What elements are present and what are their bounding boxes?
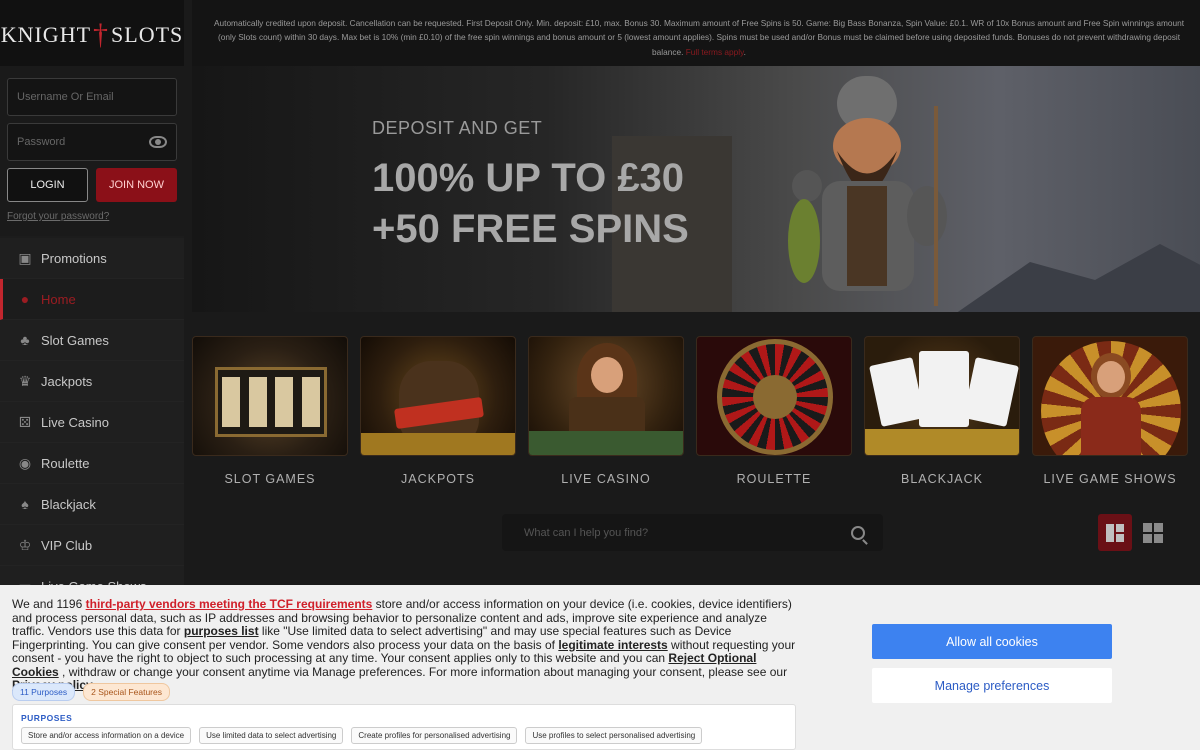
purpose-chip: Create profiles for personalised adverti… [351,727,518,744]
category-tiles: SLOT GAMES JACKPOTS LIVE CASINO ROULETTE… [192,336,1200,486]
sidebar-item-slot-games[interactable]: ♣ Slot Games [0,320,184,361]
sidebar-item-label: Slot Games [41,332,109,348]
sidebar-item-label: Promotions [41,250,107,266]
category-jackpots[interactable]: JACKPOTS [360,336,516,486]
sidebar-item-blackjack[interactable]: ♠ Blackjack [0,484,184,525]
promo-text: DEPOSIT AND GET 100% UP TO £30 +50 FREE … [372,118,689,255]
sidebar-item-label: Live Casino [41,414,109,430]
manage-preferences-button[interactable]: Manage preferences [872,668,1112,703]
sidebar-nav: ▣ Promotions ● Home ♣ Slot Games ♛ Jackpots … [0,238,184,607]
terms-end: . [743,46,746,57]
mountain-image [952,244,1200,312]
purposes-count-tag[interactable]: 11 Purposes [12,683,76,701]
search-placeholder: What can I help you find? [524,526,649,539]
promo-headline-line2: +50 FREE SPINS [372,207,689,251]
sword-icon: † [93,18,110,51]
cookie-text-part: We and 1196 [12,597,86,611]
promo-headline: 100% UP TO £30 +50 FREE SPINS [372,153,689,255]
cherries-icon: ♣ [20,332,30,348]
cookie-text-part: , withdraw or change your consent anytim… [58,664,788,679]
purpose-chip: Use profiles to select personalised adve… [525,727,703,744]
logo-text-left: KNIGHT [0,22,92,47]
category-label: LIVE GAME SHOWS [1043,472,1177,486]
game-show-host-image [1032,336,1188,456]
cookie-consent-banner: We and 1196 third-party vendors meeting … [0,585,1200,750]
crown-icon: ♔ [18,537,32,553]
eye-icon[interactable] [149,136,167,148]
view-toggle [1098,514,1170,551]
roulette-wheel-image [696,336,852,456]
large-grid-view-button[interactable] [1098,514,1132,551]
slot-machine-image [192,336,348,456]
purpose-list: Store and/or access information on a dev… [21,727,787,744]
full-terms-link[interactable]: Full terms apply [686,47,744,57]
forgot-password-link[interactable]: Forgot your password? [7,211,177,222]
allow-all-cookies-button[interactable]: Allow all cookies [872,624,1112,659]
promo-banner[interactable]: DEPOSIT AND GET 100% UP TO £30 +50 FREE … [192,66,1200,312]
gift-icon: ▣ [18,250,32,266]
logo-text-right: SLOTS [111,22,184,47]
category-label: SLOT GAMES [224,472,316,486]
category-blackjack[interactable]: BLACKJACK [864,336,1020,486]
category-label: LIVE CASINO [561,472,651,486]
live-dealer-image [528,336,684,456]
search-icon[interactable] [851,525,865,540]
trophy-icon: ♛ [18,373,32,389]
purposes-title: PURPOSES [21,713,73,723]
roulette-icon: ◉ [18,455,32,471]
home-icon: ● [20,291,30,307]
purpose-chip: Use limited data to select advertising [199,727,344,744]
category-label: JACKPOTS [401,472,475,486]
purposes-panel: PURPOSES Store and/or access information… [12,704,796,750]
sidebar-item-label: Jackpots [41,373,93,389]
purpose-chip: Store and/or access information on a dev… [21,727,192,744]
sidebar-item-jackpots[interactable]: ♛ Jackpots [0,361,184,402]
promo-subtitle: DEPOSIT AND GET [372,118,543,138]
purposes-list-link[interactable]: purposes list [184,624,259,638]
password-placeholder: Password [17,136,66,148]
jackpot-bag-image [360,336,516,456]
bonus-terms: Automatically credited upon deposit. Can… [192,0,1200,66]
cookie-tags: 11 Purposes 2 Special Features [12,683,170,701]
category-slot-games[interactable]: SLOT GAMES [192,336,348,486]
sidebar-item-label: Home [41,291,76,307]
blackjack-cards-image [864,336,1020,456]
category-roulette[interactable]: ROULETTE [696,336,852,486]
large-grid-icon [1106,523,1124,542]
sidebar-item-promotions[interactable]: ▣ Promotions [0,238,184,279]
cookie-notice-text: We and 1196 third-party vendors meeting … [12,597,802,693]
category-label: BLACKJACK [901,472,983,486]
sidebar-item-vip-club[interactable]: ♔ VIP Club [0,525,184,566]
login-form: Username Or Email Password LOGIN JOIN NO… [0,66,184,236]
category-live-casino[interactable]: LIVE CASINO [528,336,684,486]
small-grid-icon [1143,522,1163,543]
special-features-tag[interactable]: 2 Special Features [83,683,170,701]
game-search-input[interactable]: What can I help you find? [502,514,883,551]
small-grid-view-button[interactable] [1136,514,1170,551]
sidebar-item-home[interactable]: ● Home [0,279,184,320]
sidebar-item-roulette[interactable]: ◉ Roulette [0,443,184,484]
category-live-game-shows[interactable]: LIVE GAME SHOWS [1032,336,1188,486]
login-button[interactable]: LOGIN [7,168,88,202]
cards-icon: ♠ [21,496,29,512]
username-input[interactable]: Username Or Email [7,78,177,116]
promo-headline-line1: 100% UP TO £30 [372,156,685,200]
knight-mascot-image [788,76,947,306]
logo-area[interactable]: KNIGHT†SLOTS [0,0,184,66]
password-input[interactable]: Password [7,123,177,161]
join-now-button[interactable]: JOIN NOW [96,168,177,202]
knight-slots-logo[interactable]: KNIGHT†SLOTS [0,16,184,51]
sidebar-item-live-casino[interactable]: ⚄ Live Casino [0,402,184,443]
vendors-link[interactable]: third-party vendors meeting the TCF requ… [86,597,373,611]
category-label: ROULETTE [736,472,812,486]
legitimate-interests-link[interactable]: legitimate interests [558,638,667,652]
username-placeholder: Username Or Email [17,91,114,103]
sidebar-item-label: VIP Club [41,537,93,553]
dice-icon: ⚄ [18,414,32,430]
sidebar-item-label: Roulette [41,455,90,471]
sidebar-item-label: Blackjack [41,496,96,512]
